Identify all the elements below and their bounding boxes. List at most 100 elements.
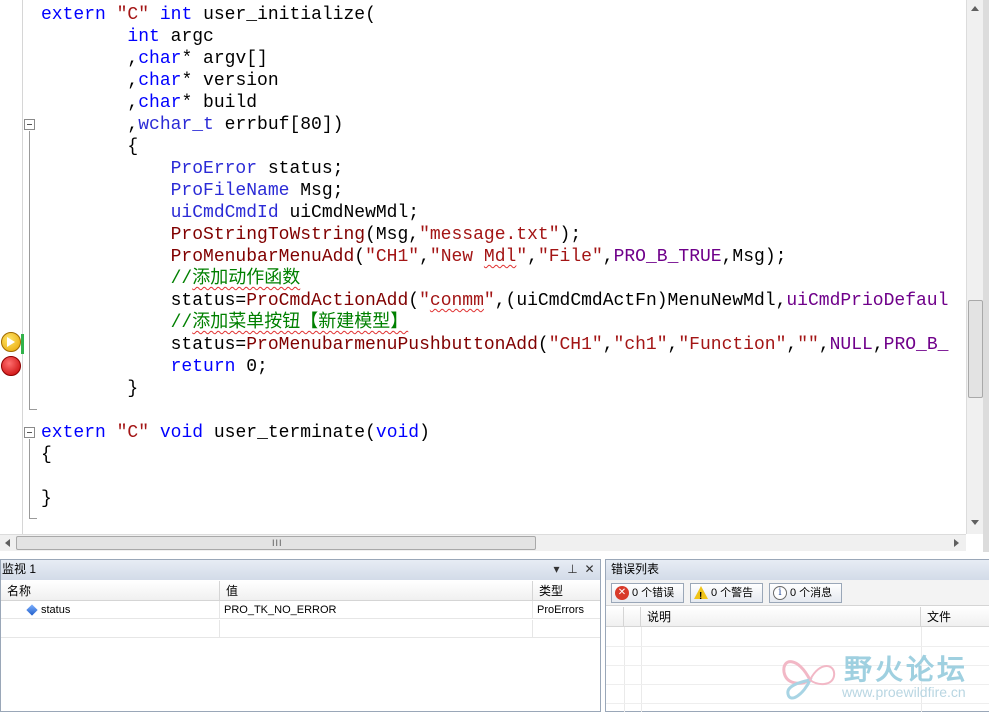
pin-icon[interactable]: ⊥ <box>565 562 580 577</box>
code-line[interactable]: extern "C" int user_initialize( <box>41 4 376 26</box>
code-token: * version <box>181 71 279 91</box>
code-token: , <box>41 115 139 135</box>
code-token: extern <box>41 423 117 443</box>
error-list-title[interactable]: 错误列表 <box>606 560 989 580</box>
code-token: ProStringToWstring <box>170 225 366 245</box>
code-token: ); <box>559 225 582 245</box>
warnings-filter-button[interactable]: ! 0 个警告 <box>690 583 763 603</box>
code-line[interactable]: extern "C" void user_terminate(void) <box>41 422 430 444</box>
code-token: "C" <box>116 5 160 25</box>
code-editor[interactable]: extern "C" int user_initialize( int argc… <box>0 0 989 648</box>
code-token: status; <box>267 159 344 179</box>
code-token: return <box>170 357 247 377</box>
code-token: ( <box>408 291 420 311</box>
code-line[interactable]: int argc <box>41 26 213 48</box>
watch-panel-title[interactable]: 监视 1 ▾ ⊥ ✕ <box>1 560 600 580</box>
code-line[interactable]: uiCmdCmdId uiCmdNewMdl; <box>41 202 419 224</box>
code-token: user_terminate( <box>213 423 376 443</box>
code-token: "CH1" <box>548 335 603 355</box>
column-index[interactable] <box>624 607 641 627</box>
scroll-right-icon[interactable] <box>954 539 959 547</box>
code-token: , <box>818 335 830 355</box>
watch-name-cell[interactable] <box>1 620 220 638</box>
close-icon[interactable]: ✕ <box>582 562 597 577</box>
column-type[interactable]: 类型 <box>533 581 600 601</box>
scroll-left-icon[interactable] <box>5 539 10 547</box>
dropdown-icon[interactable]: ▾ <box>549 562 564 577</box>
code-token: } <box>41 489 52 509</box>
code-line[interactable]: //添加菜单按钮【新建模型】 <box>41 312 409 334</box>
editor-gutter[interactable] <box>0 0 23 534</box>
info-icon: i <box>773 586 787 600</box>
code-line[interactable]: } <box>41 488 52 510</box>
scroll-down-icon[interactable] <box>971 520 979 525</box>
code-token: , <box>41 93 139 113</box>
horizontal-scrollbar[interactable]: III <box>0 534 966 551</box>
messages-filter-button[interactable]: i 0 个消息 <box>769 583 842 603</box>
fold-guide-end <box>29 518 37 519</box>
breakpoint-icon[interactable] <box>1 356 21 376</box>
fold-guide-line <box>29 131 30 410</box>
code-token: PRO_B_ <box>883 335 949 355</box>
code-text-area[interactable]: extern "C" int user_initialize( int argc… <box>41 4 966 530</box>
watch-row[interactable]: status PRO_TK_NO_ERROR ProErrors <box>1 601 600 619</box>
code-token: , <box>872 335 884 355</box>
watch-column-header: 名称 值 类型 <box>1 581 600 601</box>
forum-watermark: 野火论坛 www.proewildfire.cn <box>780 646 989 708</box>
watermark-title: 野火论坛 <box>844 653 969 686</box>
fold-collapse-icon[interactable] <box>24 427 35 438</box>
code-line[interactable]: ,char* argv[] <box>41 48 268 70</box>
code-line[interactable]: ,char* build <box>41 92 257 114</box>
code-token: { <box>41 137 139 157</box>
code-line[interactable]: ,char* version <box>41 70 279 92</box>
watch-empty-row[interactable] <box>1 620 600 638</box>
horizontal-scroll-thumb[interactable]: III <box>16 536 536 550</box>
code-token: , <box>41 49 139 69</box>
column-value[interactable]: 值 <box>220 581 533 601</box>
code-token: user_initialize( <box>203 5 376 25</box>
code-line[interactable]: status=ProMenubarmenuPushbuttonAdd("CH1"… <box>41 334 949 356</box>
code-line[interactable]: ProError status; <box>41 158 344 180</box>
column-description[interactable]: 说明 <box>641 607 921 627</box>
errors-filter-button[interactable]: ✕ 0 个错误 <box>611 583 684 603</box>
code-token: char <box>138 93 182 113</box>
code-line[interactable]: { <box>41 136 138 158</box>
code-line[interactable]: { <box>41 444 52 466</box>
code-line[interactable]: return 0; <box>41 356 268 378</box>
fold-collapse-icon[interactable] <box>24 119 35 130</box>
code-token: , <box>602 335 614 355</box>
code-token: , <box>41 71 139 91</box>
code-line[interactable]: ProFileName Msg; <box>41 180 344 202</box>
watch-value-cell[interactable] <box>220 620 533 638</box>
code-token: Mdl <box>483 247 517 267</box>
vertical-scrollbar[interactable]: ≡ <box>966 0 983 648</box>
code-line[interactable]: status=ProCmdActionAdd("conmm",(uiCmdCmd… <box>41 290 949 312</box>
vertical-scroll-thumb[interactable]: ≡ <box>968 300 983 648</box>
code-token: status= <box>41 291 247 311</box>
scroll-up-icon[interactable] <box>971 6 979 11</box>
code-token: char <box>138 71 182 91</box>
code-token: ( <box>537 335 549 355</box>
code-line[interactable]: ProStringToWstring(Msg,"message.txt"); <box>41 224 582 246</box>
column-name[interactable]: 名称 <box>1 581 220 601</box>
code-token: * argv[] <box>181 49 268 69</box>
code-token: extern <box>41 5 117 25</box>
current-statement-arrow-icon[interactable] <box>1 332 21 352</box>
code-token: 添加菜单按钮【新建模型】 <box>192 313 409 333</box>
column-file[interactable]: 文件 <box>921 607 989 627</box>
watch-value-cell[interactable]: PRO_TK_NO_ERROR <box>220 601 533 619</box>
code-line[interactable]: } <box>41 378 138 400</box>
code-token: "C" <box>116 423 160 443</box>
code-line[interactable]: ProMenubarMenuAdd("CH1","New Mdl","File"… <box>41 246 787 268</box>
code-token: "ch1" <box>613 335 668 355</box>
code-token: (Msg, <box>365 225 420 245</box>
watch-name-cell[interactable]: status <box>1 601 220 619</box>
code-token: * build <box>181 93 258 113</box>
code-line[interactable]: //添加动作函数 <box>41 268 301 290</box>
code-token: "New <box>429 247 484 267</box>
column-icon[interactable] <box>606 607 624 627</box>
code-token: PRO_B_TRUE <box>613 247 722 267</box>
code-line[interactable]: ,wchar_t errbuf[80]) <box>41 114 343 136</box>
